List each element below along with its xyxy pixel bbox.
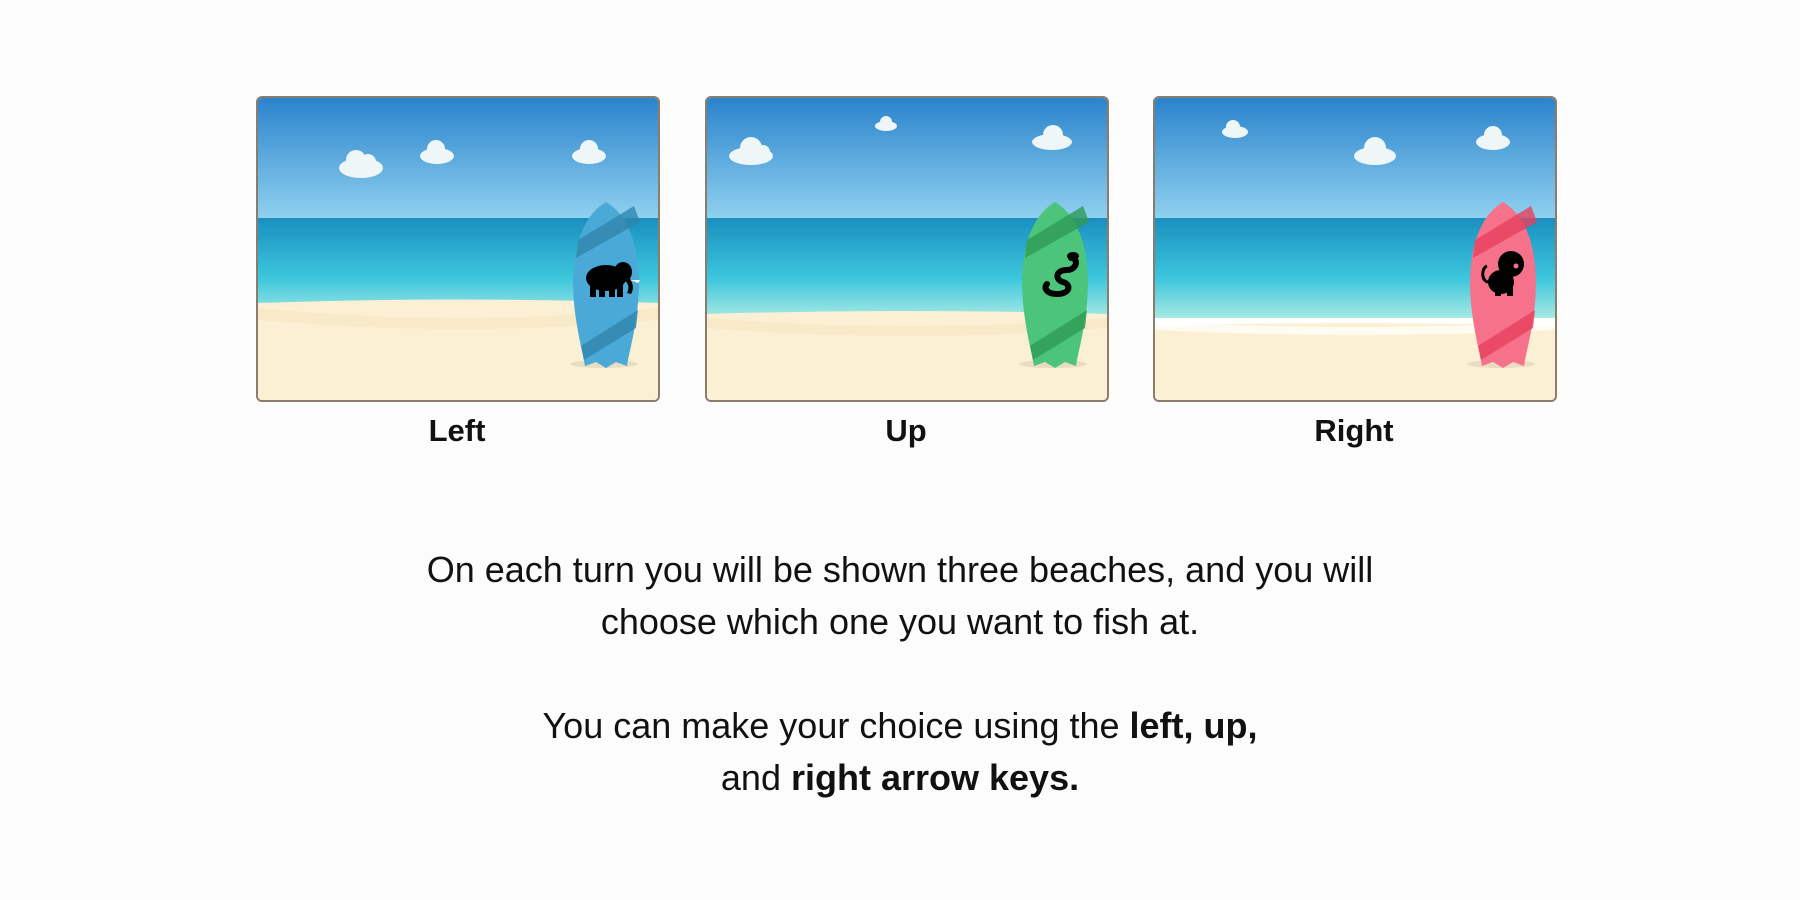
instruction-paragraph: You can make your choice using the left,… [0,700,1800,804]
beach-label: Left [428,413,486,448]
instruction-line: You can make your choice using the [542,705,1130,746]
instruction-line: choose which one you want to fish at. [600,601,1200,642]
instruction-line: On each turn you will be shown three bea… [426,549,1374,590]
instructions-text: On each turn you will be shown three bea… [0,544,1800,804]
beach-label: Right [1314,413,1394,448]
instruction-emphasis: right arrow keys. [790,757,1080,798]
beach-scene [256,96,660,402]
beach-scene [1153,96,1557,402]
beach-option-right[interactable]: Right [1153,96,1557,448]
task-instruction-screen: Left Up Right On each turn you will be s… [0,0,1800,900]
beach-label: Up [885,413,927,448]
instruction-line: and [720,757,791,798]
instruction-emphasis: left, up, [1129,705,1258,746]
beach-options: Left Up Right [0,96,1800,456]
beach-option-up[interactable]: Up [705,96,1109,448]
instruction-paragraph: On each turn you will be shown three bea… [0,544,1800,648]
beach-option-left[interactable]: Left [256,96,660,448]
beach-scene [705,96,1109,402]
